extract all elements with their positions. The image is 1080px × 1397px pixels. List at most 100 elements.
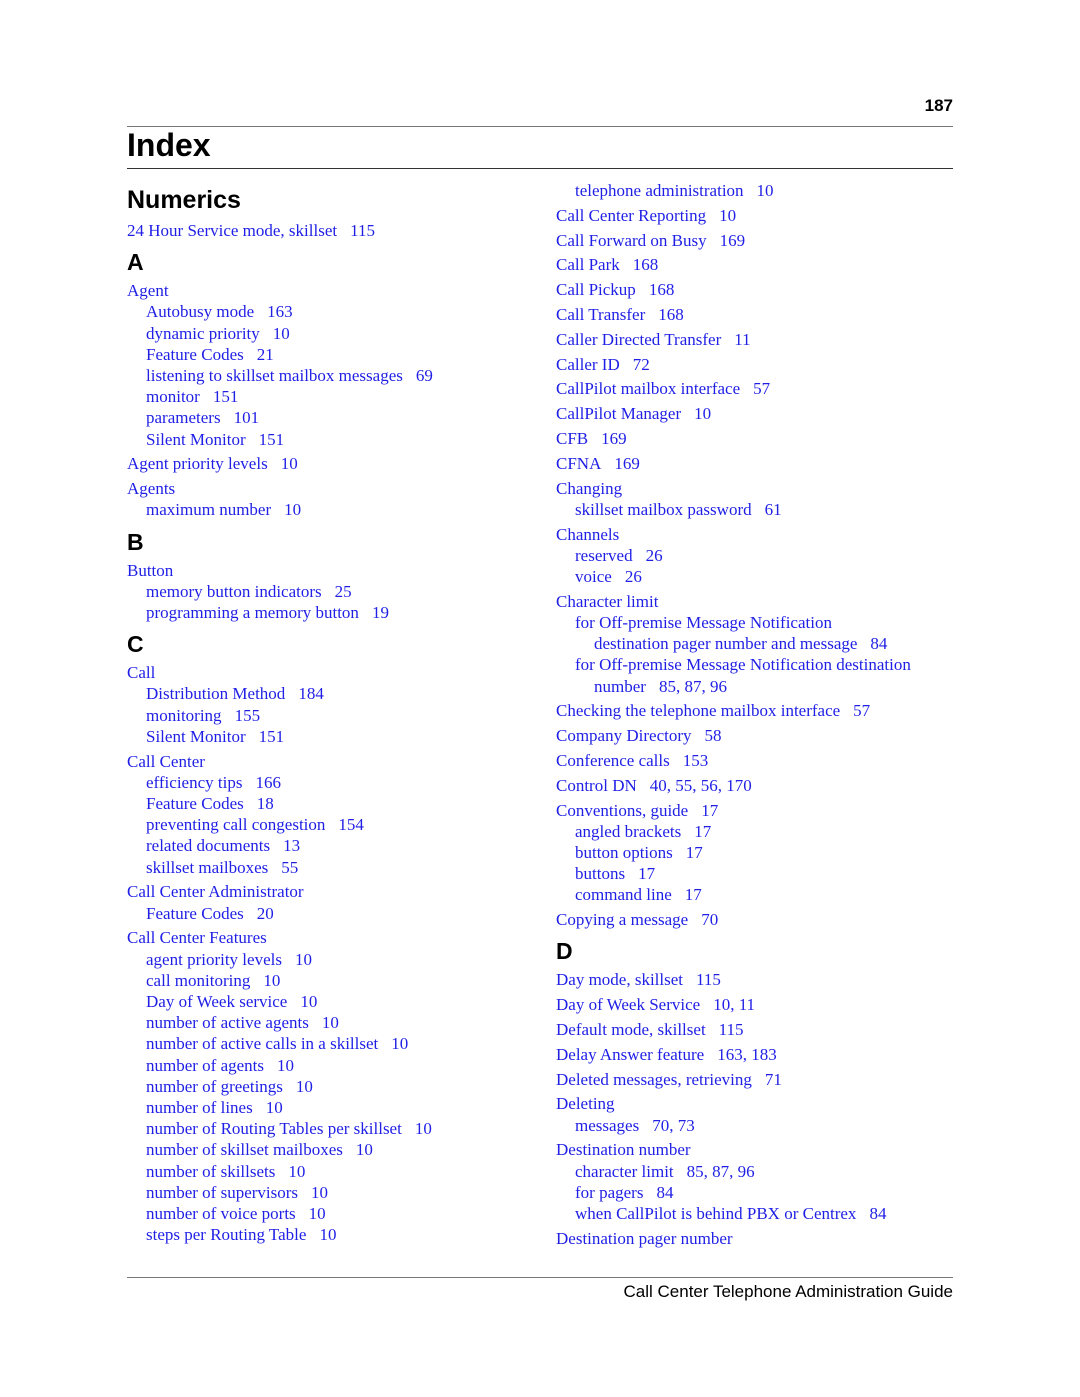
page-reference-link[interactable]: 163, 183 <box>717 1045 777 1064</box>
index-subentry[interactable]: number 85, 87, 96 <box>556 676 956 697</box>
entry-term[interactable]: number of skillsets <box>146 1162 275 1181</box>
entry-term[interactable]: 24 Hour Service mode, skillset <box>127 221 337 240</box>
page-reference-link[interactable]: 153 <box>683 751 709 770</box>
entry-term[interactable]: Deleted messages, retrieving <box>556 1070 752 1089</box>
page-reference-link[interactable]: 17 <box>694 822 711 841</box>
page-reference-link[interactable]: 163 <box>267 302 293 321</box>
index-subentry[interactable]: Silent Monitor 151 <box>127 429 537 450</box>
page-reference-link[interactable]: 61 <box>765 500 782 519</box>
index-subentry[interactable]: Feature Codes 18 <box>127 793 537 814</box>
entry-term[interactable]: number of active calls in a skillset <box>146 1034 378 1053</box>
index-subentry[interactable]: steps per Routing Table 10 <box>127 1224 537 1245</box>
entry-term[interactable]: Destination pager number <box>556 1229 733 1248</box>
entry-term[interactable]: telephone administration <box>575 181 744 200</box>
entry-term[interactable]: monitor <box>146 387 200 406</box>
entry-term[interactable]: monitoring <box>146 706 222 725</box>
index-subentry[interactable]: monitoring 155 <box>127 705 537 726</box>
entry-term[interactable]: command line <box>575 885 672 904</box>
entry-term[interactable]: Silent Monitor <box>146 430 246 449</box>
page-reference-link[interactable]: 10 <box>311 1183 328 1202</box>
page-reference-link[interactable]: 10 <box>296 1077 313 1096</box>
page-reference-link[interactable]: 10 <box>288 1162 305 1181</box>
entry-term[interactable]: Conference calls <box>556 751 670 770</box>
index-subentry[interactable]: dynamic priority 10 <box>127 323 537 344</box>
entry-term[interactable]: Call Transfer <box>556 305 645 324</box>
index-subentry[interactable]: skillset mailboxes 55 <box>127 857 537 878</box>
entry-term[interactable]: Silent Monitor <box>146 727 246 746</box>
entry-term[interactable]: voice <box>575 567 612 586</box>
page-reference-link[interactable]: 10 <box>719 206 736 225</box>
entry-term[interactable]: Conventions, guide <box>556 801 688 820</box>
page-reference-link[interactable]: 151 <box>259 727 285 746</box>
entry-term[interactable]: Call Park <box>556 255 620 274</box>
index-entry[interactable]: Destination number <box>556 1139 956 1160</box>
index-entry[interactable]: 24 Hour Service mode, skillset 115 <box>127 220 537 241</box>
page-reference-link[interactable]: 169 <box>614 454 640 473</box>
entry-term[interactable]: Delay Answer feature <box>556 1045 704 1064</box>
index-subentry[interactable]: parameters 101 <box>127 407 537 428</box>
page-reference-link[interactable]: 57 <box>753 379 770 398</box>
index-entry[interactable]: Copying a message 70 <box>556 909 956 930</box>
page-reference-link[interactable]: 155 <box>235 706 261 725</box>
index-subentry[interactable]: Feature Codes 21 <box>127 344 537 365</box>
page-reference-link[interactable]: 26 <box>646 546 663 565</box>
page-reference-link[interactable]: 154 <box>338 815 364 834</box>
page-reference-link[interactable]: 10 <box>309 1204 326 1223</box>
entry-term[interactable]: efficiency tips <box>146 773 242 792</box>
page-reference-link[interactable]: 84 <box>869 1204 886 1223</box>
page-reference-link[interactable]: 71 <box>765 1070 782 1089</box>
index-subentry[interactable]: programming a memory button 19 <box>127 602 537 623</box>
entry-term[interactable]: Agent priority levels <box>127 454 268 473</box>
index-entry[interactable]: Button <box>127 560 537 581</box>
index-entry[interactable]: Caller Directed Transfer 11 <box>556 329 956 350</box>
index-subentry[interactable]: number of Routing Tables per skillset 10 <box>127 1118 537 1139</box>
index-subentry[interactable]: listening to skillset mailbox messages 69 <box>127 365 537 386</box>
index-subentry[interactable]: buttons 17 <box>556 863 956 884</box>
page-reference-link[interactable]: 11 <box>734 330 750 349</box>
index-entry[interactable]: Call Forward on Busy 169 <box>556 230 956 251</box>
entry-term[interactable]: Checking the telephone mailbox interface <box>556 701 840 720</box>
entry-term[interactable]: Feature Codes <box>146 345 244 364</box>
index-subentry[interactable]: voice 26 <box>556 566 956 587</box>
index-entry[interactable]: Conventions, guide 17 <box>556 800 956 821</box>
page-reference-link[interactable]: 10 <box>694 404 711 423</box>
entry-term[interactable]: for Off-premise Message Notification <box>575 613 832 632</box>
entry-term[interactable]: Autobusy mode <box>146 302 254 321</box>
entry-term[interactable]: Default mode, skillset <box>556 1020 706 1039</box>
entry-term[interactable]: Call Pickup <box>556 280 636 299</box>
page-reference-link[interactable]: 58 <box>705 726 722 745</box>
page-reference-link[interactable]: 101 <box>234 408 260 427</box>
entry-term[interactable]: angled brackets <box>575 822 681 841</box>
page-reference-link[interactable]: 40, 55, 56, 170 <box>650 776 752 795</box>
page-reference-link[interactable]: 169 <box>601 429 627 448</box>
entry-term[interactable]: Destination number <box>556 1140 691 1159</box>
page-reference-link[interactable]: 13 <box>283 836 300 855</box>
page-reference-link[interactable]: 168 <box>633 255 659 274</box>
index-entry[interactable]: CallPilot mailbox interface 57 <box>556 378 956 399</box>
entry-term[interactable]: Feature Codes <box>146 794 244 813</box>
entry-term[interactable]: number of voice ports <box>146 1204 296 1223</box>
page-reference-link[interactable]: 10 <box>757 181 774 200</box>
page-reference-link[interactable]: 168 <box>658 305 684 324</box>
entry-term[interactable]: Caller ID <box>556 355 620 374</box>
entry-term[interactable]: Call Center Reporting <box>556 206 706 225</box>
page-reference-link[interactable]: 10, 11 <box>713 995 755 1014</box>
page-reference-link[interactable]: 10 <box>319 1225 336 1244</box>
index-subentry[interactable]: number of skillsets 10 <box>127 1161 537 1182</box>
index-subentry[interactable]: efficiency tips 166 <box>127 772 537 793</box>
entry-term[interactable]: Call Center Features <box>127 928 267 947</box>
index-entry[interactable]: Call Pickup 168 <box>556 279 956 300</box>
index-entry[interactable]: Default mode, skillset 115 <box>556 1019 956 1040</box>
entry-term[interactable]: CFB <box>556 429 588 448</box>
index-entry[interactable]: Call Center Reporting 10 <box>556 205 956 226</box>
index-entry[interactable]: Agent priority levels 10 <box>127 453 537 474</box>
entry-term[interactable]: button options <box>575 843 673 862</box>
entry-term[interactable]: reserved <box>575 546 633 565</box>
entry-term[interactable]: number of lines <box>146 1098 253 1117</box>
entry-term[interactable]: number of agents <box>146 1056 264 1075</box>
entry-term[interactable]: for pagers <box>575 1183 643 1202</box>
entry-term[interactable]: memory button indicators <box>146 582 322 601</box>
index-subentry[interactable]: number of greetings 10 <box>127 1076 537 1097</box>
entry-term[interactable]: related documents <box>146 836 270 855</box>
entry-term[interactable]: messages <box>575 1116 639 1135</box>
